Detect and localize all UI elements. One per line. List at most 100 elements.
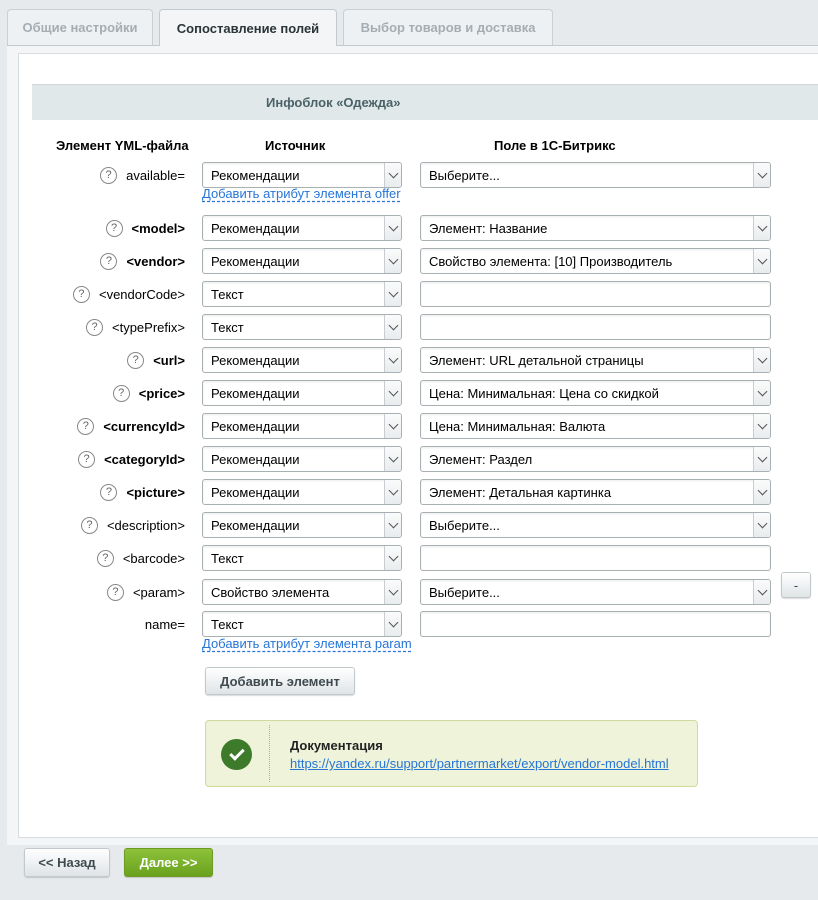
source-select[interactable]: Рекомендации <box>202 248 402 274</box>
iblock-title: Инфоблок «Одежда» <box>266 95 401 110</box>
row-label: ? <barcode> <box>19 547 185 569</box>
help-icon[interactable]: ? <box>77 417 95 435</box>
tab-field-mapping[interactable]: Сопоставление полей <box>159 9 337 46</box>
field-select[interactable]: Элемент: Название <box>420 215 771 241</box>
help-icon[interactable]: ? <box>100 483 118 501</box>
source-select-value: Рекомендации <box>211 418 300 434</box>
chevron-down-icon <box>753 447 770 471</box>
help-icon[interactable]: ? <box>105 219 123 237</box>
chevron-down-icon <box>384 513 401 537</box>
add-offer-attribute-link[interactable]: Добавить атрибут элемента offer <box>202 186 401 201</box>
chevron-down-icon <box>384 348 401 372</box>
source-select[interactable]: Рекомендации <box>202 380 402 406</box>
help-icon[interactable]: ? <box>106 583 124 601</box>
field-input[interactable] <box>420 611 771 637</box>
help-icon[interactable]: ? <box>78 450 96 468</box>
remove-param-button[interactable]: - <box>781 572 811 598</box>
chevron-down-icon <box>753 480 770 504</box>
row-label-text: <currencyId> <box>103 418 185 434</box>
documentation-link[interactable]: https://yandex.ru/support/partnermarket/… <box>290 756 669 771</box>
chevron-down-icon <box>384 216 401 240</box>
add-param-attribute-link[interactable]: Добавить атрибут элемента param <box>202 636 412 651</box>
checkmark-icon <box>221 739 252 770</box>
field-input[interactable] <box>420 281 771 307</box>
row-label: ? <currencyId> <box>19 415 185 437</box>
field-select[interactable]: Свойство элемента: [10] Производитель <box>420 248 771 274</box>
source-select-value: Текст <box>211 286 244 302</box>
iblock-header: Инфоблок «Одежда» <box>32 84 818 120</box>
field-select-value: Свойство элемента: [10] Производитель <box>429 253 673 269</box>
source-select[interactable]: Рекомендации <box>202 162 402 188</box>
row-label-text: <categoryId> <box>104 451 185 467</box>
source-select-value: Текст <box>211 550 244 566</box>
chevron-down-icon <box>384 381 401 405</box>
chevron-down-icon <box>384 163 401 187</box>
field-select[interactable]: Цена: Минимальная: Валюта <box>420 413 771 439</box>
row-label-text: <model> <box>131 220 185 236</box>
chevron-down-icon <box>753 414 770 438</box>
source-select[interactable]: Рекомендации <box>202 347 402 373</box>
chevron-down-icon <box>384 282 401 306</box>
row-label-text: <barcode> <box>122 550 185 566</box>
chevron-down-icon <box>384 612 401 636</box>
add-element-button[interactable]: Добавить элемент <box>205 667 355 695</box>
row-label-text: available= <box>126 167 185 183</box>
field-select[interactable]: Элемент: Раздел <box>420 446 771 472</box>
help-icon[interactable]: ? <box>100 166 118 184</box>
source-select[interactable]: Рекомендации <box>202 446 402 472</box>
field-select-value: Цена: Минимальная: Валюта <box>429 418 606 434</box>
source-select[interactable]: Рекомендации <box>202 413 402 439</box>
field-select[interactable]: Цена: Минимальная: Цена со скидкой <box>420 380 771 406</box>
field-select[interactable]: Выберите... <box>420 512 771 538</box>
chevron-down-icon <box>384 580 401 604</box>
row-label-text: <description> <box>106 517 185 533</box>
help-icon[interactable]: ? <box>80 516 98 534</box>
documentation-notice: Документация https://yandex.ru/support/p… <box>205 720 698 787</box>
column-header-element: Элемент YML-файла <box>56 138 189 153</box>
help-icon[interactable]: ? <box>112 384 130 402</box>
source-select-value: Текст <box>211 319 244 335</box>
row-label: name= <box>19 613 185 635</box>
source-select[interactable]: Текст <box>202 314 402 340</box>
chevron-down-icon <box>753 381 770 405</box>
help-icon[interactable]: ? <box>100 252 118 270</box>
field-select-value: Элемент: Детальная картинка <box>429 484 612 500</box>
row-label: ? <url> <box>19 349 185 371</box>
source-select-value: Рекомендации <box>211 220 300 236</box>
row-label-text: name= <box>144 616 185 632</box>
row-label: ? <categoryId> <box>19 448 185 470</box>
source-select[interactable]: Свойство элемента <box>202 579 402 605</box>
help-icon[interactable]: ? <box>72 285 90 303</box>
row-label-text: <param> <box>132 584 185 600</box>
row-label-text: <price> <box>138 385 185 401</box>
source-select[interactable]: Рекомендации <box>202 215 402 241</box>
field-input[interactable] <box>420 314 771 340</box>
row-label: ? <picture> <box>19 481 185 503</box>
tab-general-settings[interactable]: Общие настройки <box>7 9 153 45</box>
chevron-down-icon <box>384 249 401 273</box>
chevron-down-icon <box>753 216 770 240</box>
source-select[interactable]: Текст <box>202 545 402 571</box>
help-icon[interactable]: ? <box>127 351 145 369</box>
chevron-down-icon <box>753 513 770 537</box>
source-select[interactable]: Текст <box>202 611 402 637</box>
source-select[interactable]: Рекомендации <box>202 479 402 505</box>
tab-goods-delivery[interactable]: Выбор товаров и доставка <box>343 9 553 45</box>
field-select[interactable]: Выберите... <box>420 579 771 605</box>
row-label: ? <price> <box>19 382 185 404</box>
field-select[interactable]: Элемент: Детальная картинка <box>420 479 771 505</box>
source-select[interactable]: Рекомендации <box>202 512 402 538</box>
help-icon[interactable]: ? <box>86 318 103 336</box>
field-select[interactable]: Элемент: URL детальной страницы <box>420 347 771 373</box>
field-input[interactable] <box>420 545 771 571</box>
back-button[interactable]: << Назад <box>24 848 110 877</box>
next-button[interactable]: Далее >> <box>124 848 213 877</box>
help-icon[interactable]: ? <box>96 549 114 567</box>
source-select[interactable]: Текст <box>202 281 402 307</box>
row-label-text: <picture> <box>126 484 185 500</box>
source-select-value: Рекомендации <box>211 253 300 269</box>
row-label: ? <model> <box>19 217 185 239</box>
field-select[interactable]: Выберите... <box>420 162 771 188</box>
chevron-down-icon <box>753 580 770 604</box>
chevron-down-icon <box>384 546 401 570</box>
